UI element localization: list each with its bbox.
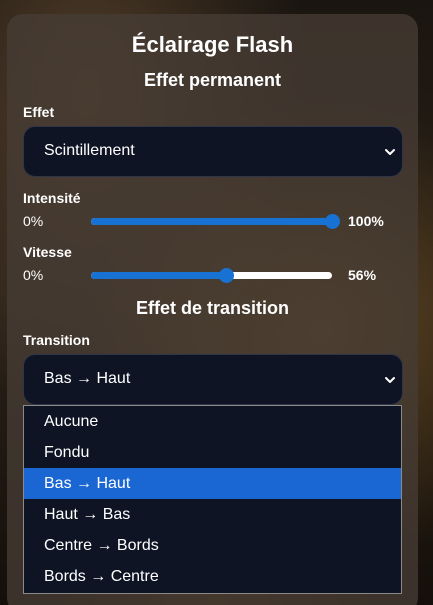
intensity-slider-thumb[interactable] — [325, 214, 340, 229]
transition-option-centre-bords[interactable]: Centre → Bords — [24, 530, 401, 561]
intensity-label: Intensité — [23, 190, 81, 206]
transition-select-value: Bas → Haut — [44, 370, 131, 387]
transition-label: Transition — [23, 332, 90, 348]
intensity-slider-fill — [91, 218, 332, 225]
speed-label: Vitesse — [23, 244, 72, 260]
intensity-slider[interactable] — [91, 214, 340, 229]
speed-slider[interactable] — [91, 268, 332, 283]
speed-min-label: 0% — [23, 267, 44, 283]
intensity-value-label: 100% — [348, 213, 384, 229]
speed-slider-fill — [91, 272, 226, 279]
speed-value-label: 56% — [348, 267, 377, 283]
transition-option-fondu[interactable]: Fondu — [24, 437, 401, 468]
effect-label: Effet — [23, 104, 55, 120]
transition-dropdown-list: Aucune Fondu Bas → Haut Haut → Bas Centr… — [23, 405, 402, 594]
effect-select-value: Scintillement — [44, 142, 135, 159]
permanent-effect-heading: Effet permanent — [143, 70, 282, 90]
intensity-min-label: 0% — [23, 213, 44, 229]
transition-select[interactable]: Bas → Haut — [23, 354, 403, 405]
transition-effect-heading: Effet de transition — [135, 298, 289, 318]
chevron-down-icon — [385, 149, 395, 155]
transition-option-aucune[interactable]: Aucune — [24, 406, 401, 437]
panel-title: Éclairage Flash — [131, 32, 294, 57]
transition-option-haut-bas[interactable]: Haut → Bas — [24, 499, 401, 530]
chevron-down-icon — [385, 377, 395, 383]
effect-select[interactable]: Scintillement — [23, 126, 403, 177]
speed-slider-thumb[interactable] — [218, 268, 234, 283]
transition-option-bas-haut[interactable]: Bas → Haut — [24, 468, 401, 499]
transition-option-bords-centre[interactable]: Bords → Centre — [24, 561, 401, 592]
